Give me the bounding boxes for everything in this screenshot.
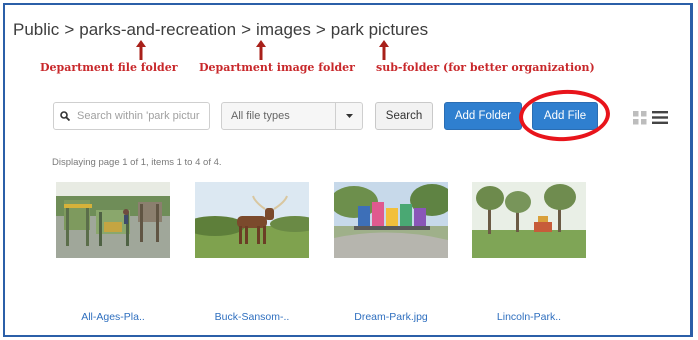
search-icon: [60, 111, 70, 121]
annotation-arrow-up-icon: [256, 40, 266, 60]
annotation-arrow-up-icon: [379, 40, 389, 60]
file-thumbnail-all-ages-playground[interactable]: [56, 182, 170, 258]
breadcrumb-separator: >: [241, 20, 252, 39]
breadcrumb-item-parks-and-recreation[interactable]: parks-and-recreation: [79, 20, 236, 39]
file-name-link[interactable]: Buck-Sansom-..: [187, 311, 317, 323]
breadcrumb-item-images[interactable]: images: [256, 20, 311, 39]
add-folder-button[interactable]: Add Folder: [444, 102, 522, 130]
file-thumbnail-dream-park[interactable]: [334, 182, 448, 258]
caret-down-icon: [335, 103, 362, 129]
breadcrumb-separator: >: [315, 20, 326, 39]
file-thumbnail-lincoln-park[interactable]: [472, 182, 586, 258]
file-name-link[interactable]: Lincoln-Park..: [464, 311, 594, 323]
grid-view-icon[interactable]: [633, 111, 647, 125]
file-type-select[interactable]: All file types: [221, 102, 363, 130]
window-frame: [3, 3, 693, 337]
search-button[interactable]: Search: [375, 102, 433, 130]
search-field[interactable]: [53, 102, 210, 130]
annotation-department-file-folder: Department file folder: [40, 61, 178, 74]
file-name-link[interactable]: Dream-Park.jpg: [326, 311, 456, 323]
pagination-status: Displaying page 1 of 1, items 1 to 4 of …: [52, 157, 222, 168]
list-view-icon[interactable]: [652, 110, 668, 125]
annotation-sub-folder: sub-folder (for better organization): [376, 61, 595, 74]
search-input[interactable]: [75, 109, 207, 123]
annotation-department-image-folder: Department image folder: [199, 61, 355, 74]
annotation-arrow-up-icon: [136, 40, 146, 60]
breadcrumb-item-park-pictures: park pictures: [330, 20, 429, 39]
file-name-link[interactable]: All-Ages-Pla..: [48, 311, 178, 323]
breadcrumb: Public > parks-and-recreation > images > park …: [13, 20, 428, 40]
breadcrumb-item-public[interactable]: Public: [13, 20, 59, 39]
file-thumbnail-buck-sansom[interactable]: [195, 182, 309, 258]
file-type-selected-value: All file types: [231, 110, 290, 122]
breadcrumb-separator: >: [64, 20, 75, 39]
